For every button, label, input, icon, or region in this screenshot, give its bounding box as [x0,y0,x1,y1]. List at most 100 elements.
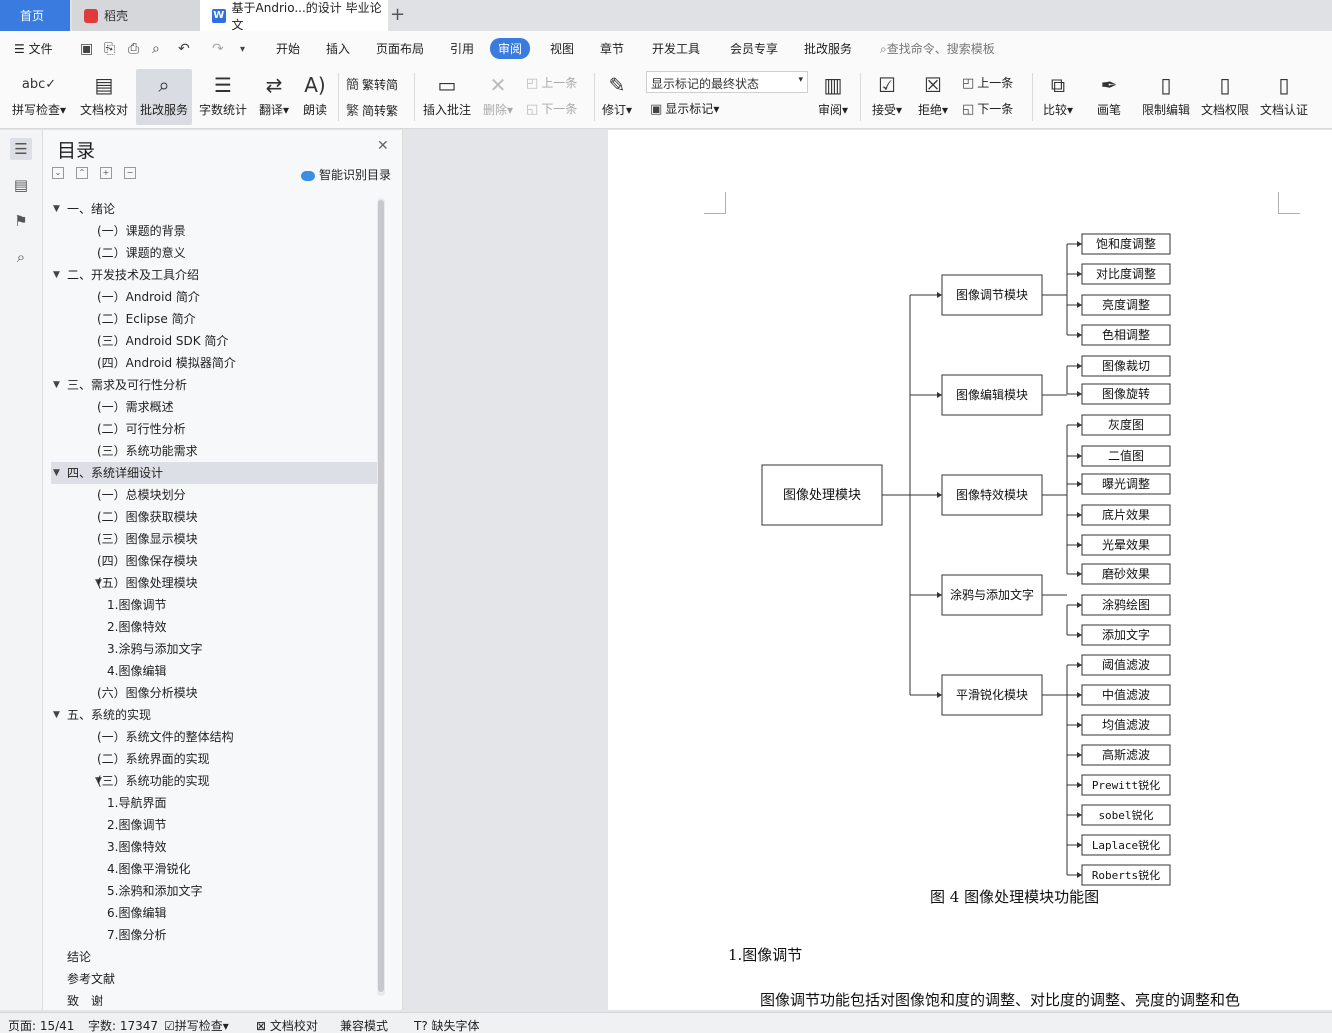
expand-up-icon[interactable]: ⌃ [76,167,88,179]
redo-icon[interactable]: ↷ [212,41,224,57]
toc-item[interactable]: (一）课题的背景 [51,220,377,242]
toc-item[interactable]: (三）图像显示模块 [51,528,377,550]
toc-scrollbar[interactable] [377,198,385,996]
reject-button[interactable]: ☒ 拒绝▾ [914,69,952,125]
bookmark-icon[interactable]: ⚑ [10,210,32,232]
toc-scroll-thumb[interactable] [378,200,384,992]
menu-review[interactable]: 审阅 [490,38,531,59]
menu-view[interactable]: 视图 [550,40,574,57]
toc-item[interactable]: ▼ 四、系统详细设计 [51,462,377,484]
toc-item[interactable]: ▼ 五、系统的实现 [51,704,377,726]
translate-button[interactable]: ⇄ 翻译▾ [254,69,294,125]
simp-to-trad-button[interactable]: 繁简转繁 [346,100,398,119]
delete-comment-button[interactable]: ✕ 删除▾ [478,69,518,125]
toc-item[interactable]: (二）课题的意义 [51,242,377,264]
file-menu[interactable]: ☰ 文件 [14,40,53,57]
toc-item[interactable]: (一）总模块划分 [51,484,377,506]
next-comment-button[interactable]: ◱ 下一条 [526,100,577,117]
doc-certify-button[interactable]: ▯ 文档认证 [1256,69,1312,125]
toc-item[interactable]: 4.图像平滑锐化 [51,858,377,880]
print-icon[interactable]: ⎙ [128,41,139,57]
read-aloud-button[interactable]: A) 朗读 [298,69,332,125]
tab-document[interactable]: W 基于Andrio...的设计 毕业论文 [200,0,388,32]
toc-item[interactable]: (二）Eclipse 简介 [51,308,377,330]
toc-item[interactable]: 参考文献 [51,968,377,990]
collapse-all-icon[interactable]: ⌄ [52,167,64,179]
add-heading-icon[interactable]: + [100,167,112,179]
toc-item[interactable]: 2.图像调节 [51,814,377,836]
missing-font[interactable]: T? 缺失字体 [414,1017,480,1033]
quick-access-dropdown-icon[interactable]: ▾ [240,44,245,55]
toc-item[interactable]: 2.图像特效 [51,616,377,638]
remove-heading-icon[interactable]: − [124,167,136,179]
show-markup-button[interactable]: ▣ 显示标记▾ [650,100,719,117]
new-tab-plus-icon[interactable]: + [390,4,405,25]
toc-item[interactable]: 3.图像特效 [51,836,377,858]
insert-comment-button[interactable]: ▭ 插入批注 [420,69,474,125]
toc-item[interactable]: 致 谢 [51,990,377,1006]
toc-item[interactable]: 1.导航界面 [51,792,377,814]
menu-start[interactable]: 开始 [276,40,300,57]
trad-to-simp-button[interactable]: 簡繁转简 [346,74,398,93]
print-preview-icon[interactable]: ⌕ [152,41,160,57]
spell-check-button[interactable]: abc✓ 拼写检查▾ [8,69,70,125]
status-spell-check[interactable]: ☑拼写检查▾ [164,1017,229,1033]
chevron-down-icon[interactable]: ▼ [53,374,60,396]
accept-button[interactable]: ☑ 接受▾ [868,69,906,125]
doc-permission-button[interactable]: ▯ 文档权限 [1198,69,1252,125]
close-icon[interactable]: ✕ [377,138,389,154]
toc-item[interactable]: 3.涂鸦与添加文字 [51,638,377,660]
restrict-editing-button[interactable]: ▯ 限制编辑 [1138,69,1194,125]
toc-item[interactable]: (四）Android 模拟器简介 [51,352,377,374]
chevron-down-icon[interactable]: ▼ [53,462,60,484]
toc-item[interactable]: (一）系统文件的整体结构 [51,726,377,748]
undo-icon[interactable]: ↶ [178,41,190,57]
toc-item[interactable]: 结论 [51,946,377,968]
chevron-down-icon[interactable]: ▼ [53,264,60,286]
prev-comment-button[interactable]: ◰ 上一条 [526,74,577,91]
command-search[interactable]: ⌕查找命令、搜索模板 [880,40,995,57]
markup-state-select[interactable]: 显示标记的最终状态 ▾ [646,71,808,93]
toc-item[interactable]: (二）可行性分析 [51,418,377,440]
doc-proofread-button[interactable]: ▤ 文档校对 [76,69,132,125]
toc-panel-icon[interactable]: ☰ [10,138,32,160]
compat-mode[interactable]: 兼容模式 [340,1017,388,1033]
toc-item[interactable]: ▼ (五）图像处理模块 [51,572,377,594]
tab-daoke[interactable]: 稻壳 [72,0,200,31]
status-proofread[interactable]: ⊠ 文档校对 [256,1017,318,1033]
next-change-button[interactable]: ◱ 下一条 [962,100,1013,117]
toc-item[interactable]: (二）图像获取模块 [51,506,377,528]
toc-item[interactable]: 6.图像编辑 [51,902,377,924]
word-count-indicator[interactable]: 字数: 17347 [88,1017,158,1033]
menu-member[interactable]: 会员专享 [730,40,778,57]
toc-item[interactable]: (一）需求概述 [51,396,377,418]
toc-item[interactable]: 4.图像编辑 [51,660,377,682]
toc-item[interactable]: (一）Android 简介 [51,286,377,308]
chevron-down-icon[interactable]: ▼ [53,198,60,220]
word-count-button[interactable]: ☰ 字数统计 [196,69,250,125]
toc-item[interactable]: (六）图像分析模块 [51,682,377,704]
chevron-down-icon[interactable]: ▼ [53,704,60,726]
document-page[interactable]: 图像处理模块 图像调节模块 饱和度调整 对比度调整 亮度调整 色相调整 图像编辑模块 图像裁切… [608,130,1332,1010]
menu-references[interactable]: 引用 [450,40,474,57]
menu-correction-service[interactable]: 批改服务 [804,40,852,57]
smart-toc-button[interactable]: 智能识别目录 [301,166,391,183]
toc-item[interactable]: 1.图像调节 [51,594,377,616]
toc-item[interactable]: 7.图像分析 [51,924,377,946]
menu-page-layout[interactable]: 页面布局 [376,40,424,57]
toc-item[interactable]: ▼ 一、绪论 [51,198,377,220]
menu-insert[interactable]: 插入 [326,40,350,57]
chapter-nav-icon[interactable]: ▤ [10,174,32,196]
export-pdf-icon[interactable]: ⎘ [104,41,115,57]
track-changes-button[interactable]: ✎ 修订▾ [598,69,636,125]
toc-item[interactable]: ▼ (三）系统功能的实现 [51,770,377,792]
menu-chapter[interactable]: 章节 [600,40,624,57]
correction-service-button[interactable]: ⌕ 批改服务 [136,69,192,125]
menu-dev-tools[interactable]: 开发工具 [652,40,700,57]
toc-item[interactable]: 5.涂鸦和添加文字 [51,880,377,902]
pen-button[interactable]: ✒ 画笔 [1092,69,1126,125]
toc-item[interactable]: (四）图像保存模块 [51,550,377,572]
save-icon[interactable]: ▣ [80,41,93,57]
review-pane-button[interactable]: ▥ 审阅▾ [814,69,852,125]
toc-item[interactable]: (三）系统功能需求 [51,440,377,462]
